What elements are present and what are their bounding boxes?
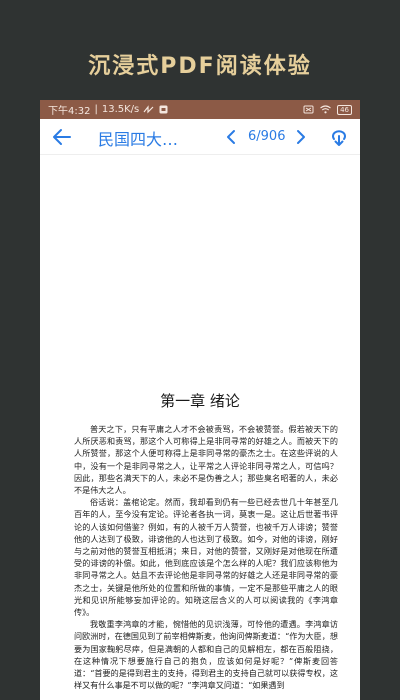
chevron-right-icon[interactable] — [294, 128, 308, 146]
chapter-title: 第一章 绪论 — [160, 392, 240, 410]
status-divider: | — [94, 104, 98, 115]
paragraph: 俗话说：盖棺论定。然而，我却看到仍有一些已经去世几十年甚至几百年的人，至今没有定… — [74, 497, 338, 618]
phone-screen: 下午4:32 | 13.5K/s 46 民国四大… 6/906 第一章 绪论 普… — [40, 100, 360, 700]
arrow-left-icon[interactable] — [52, 126, 72, 148]
page-indicator: 6/906 — [248, 129, 286, 144]
status-time: 下午4:32 — [48, 106, 91, 117]
reader-toolbar: 民国四大… 6/906 — [40, 119, 360, 155]
notification-icon — [159, 105, 168, 114]
promo-headline: 沉浸式PDF阅读体验 — [88, 54, 312, 79]
status-speed: 13.5K/s — [101, 104, 140, 115]
battery-icon: 46 — [337, 104, 352, 115]
paragraph: 普天之下，只有平庸之人才不会被责骂，不会被赞誉。假若被天下的人所厌恶和责骂，那这… — [74, 424, 338, 496]
status-left: 下午4:32 | 13.5K/s — [48, 102, 169, 117]
chevron-left-icon[interactable] — [224, 128, 238, 146]
sim-off-icon — [303, 105, 314, 114]
document-title: 民国四大… — [98, 130, 179, 149]
share-icon[interactable] — [328, 127, 350, 147]
status-right: 46 — [303, 104, 352, 115]
document-page[interactable]: 第一章 绪论 普天之下，只有平庸之人才不会被责骂，不会被赞誉。假若被天下的人所厌… — [40, 155, 360, 700]
nfc-icon — [143, 105, 154, 114]
paragraph: 我敬重李鸿章的才能，惋惜他的见识浅薄，可怜他的遭遇。李鸿章访问欧洲时，在德国见到… — [74, 619, 338, 691]
status-bar: 下午4:32 | 13.5K/s 46 — [40, 100, 360, 119]
wifi-icon — [320, 105, 331, 114]
chapter-body: 普天之下，只有平庸之人才不会被责骂，不会被赞誉。假若被天下的人所厌恶和责骂，那这… — [74, 423, 338, 691]
